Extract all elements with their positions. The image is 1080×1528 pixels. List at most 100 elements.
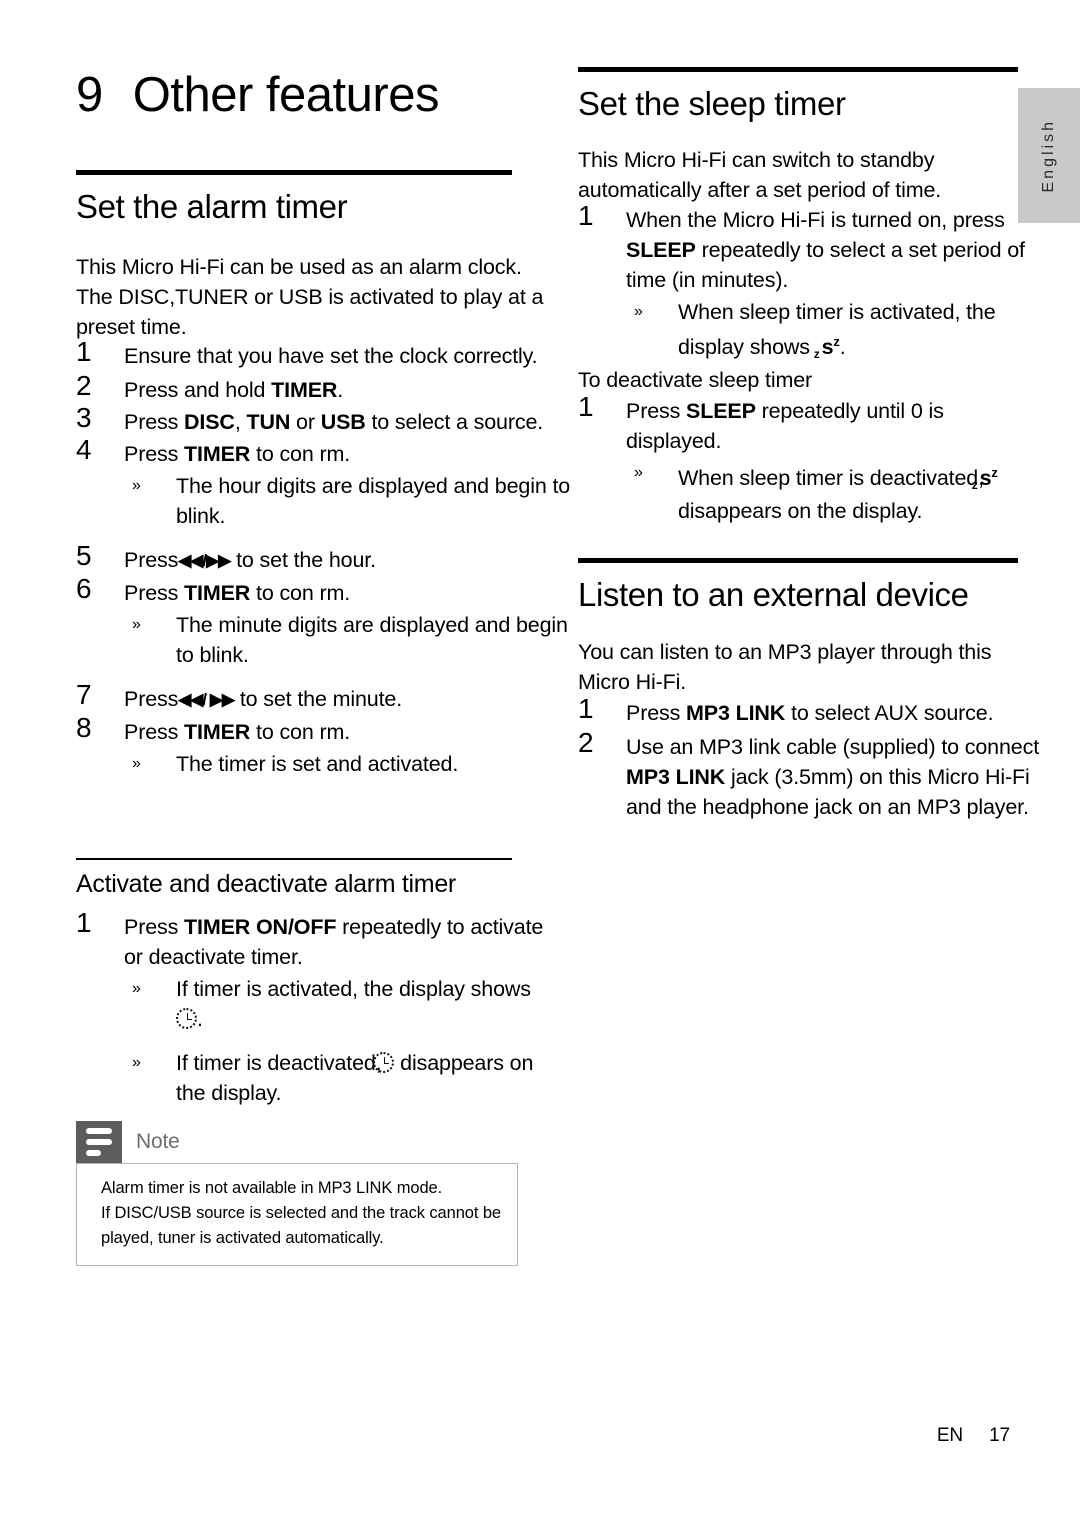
- list-item: 1 Press TIMER ON/OFF repeatedly to activ…: [76, 908, 556, 1108]
- sleep-s-glyph: s: [821, 335, 834, 360]
- note-line: If DISC/USB source is selected and the t…: [101, 1204, 501, 1222]
- step-text-plain: Press: [124, 720, 185, 744]
- sub-text-post: .: [839, 335, 846, 360]
- prev-icon: ◀◀: [178, 690, 203, 709]
- button-label-timer: TIMER: [184, 581, 251, 605]
- list-item: 3 Press DISC, TUN or USB to select a sou…: [76, 403, 576, 437]
- section-heading-sleep: Set the sleep timer: [578, 85, 846, 122]
- sub-bullet-icon: »: [634, 464, 643, 481]
- step-number: 2: [76, 370, 92, 401]
- step-text-tail: to con rm.: [250, 442, 351, 466]
- section-rule: [578, 558, 1018, 563]
- note-icon: [76, 1121, 122, 1163]
- step-text-tail: .: [337, 378, 344, 402]
- step-sub-list: » When sleep timer is deactivated, zsz d…: [626, 458, 1038, 526]
- step-text: Press TIMER to con rm.: [124, 442, 350, 466]
- step-text-plain: Press: [626, 399, 687, 423]
- sub-text-pre: When sleep timer is deactivated,: [678, 466, 990, 491]
- button-label-disc: DISC: [184, 410, 235, 434]
- section-rule: [578, 67, 1018, 72]
- list-item: » The hour digits are displayed and begi…: [124, 471, 576, 531]
- step-text-plain: Press: [124, 442, 185, 466]
- step-number: 6: [76, 573, 92, 604]
- step-text: Use an MP3 link cable (supplied) to conn…: [626, 735, 1039, 819]
- sleep-intro-text: This Micro Hi-Fi can switch to standby a…: [578, 148, 942, 202]
- alarm-intro-text: This Micro Hi-Fi can be used as an alarm…: [76, 255, 544, 339]
- sub-bullet-icon: »: [132, 1054, 141, 1071]
- chapter-title: Other features: [132, 68, 440, 122]
- sub-text: The minute digits are displayed and begi…: [176, 613, 568, 667]
- list-item: » The minute digits are displayed and be…: [124, 610, 576, 670]
- button-label-mp3-link: MP3 LINK: [686, 701, 786, 725]
- list-item: 1 Ensure that you have set the clock cor…: [76, 337, 576, 371]
- sleep-z-superscript: z: [833, 334, 840, 349]
- step-number: 4: [76, 434, 92, 465]
- note-body: Alarm timer is not available in MP3 LINK…: [76, 1163, 518, 1266]
- sub-text: If timer is deactivated, disappears on t…: [176, 1051, 533, 1105]
- deactivate-sleep-heading: To deactivate sleep timer: [578, 368, 813, 392]
- sleep-z-glyph: z: [971, 478, 978, 493]
- button-label-timer: TIMER: [271, 378, 338, 402]
- button-label-sleep: SLEEP: [626, 238, 696, 262]
- sub-text: When sleep timer is activated, the displ…: [678, 300, 996, 361]
- step-sub-list: » The timer is set and activated.: [124, 749, 576, 779]
- note-line: played, tuner is activated automatically…: [101, 1229, 384, 1247]
- page-footer: EN 17: [0, 1425, 1010, 1447]
- button-label-timer-on-off: TIMER ON/OFF: [184, 915, 337, 939]
- step-text-sep: ,: [234, 410, 247, 434]
- sub-text: When sleep timer is deactivated, zsz dis…: [678, 465, 998, 524]
- sub-text-pre: If timer is deactivated,: [176, 1051, 388, 1075]
- button-label-tun: TUN: [246, 410, 291, 434]
- activate-alarm-steps: 1 Press TIMER ON/OFF repeatedly to activ…: [76, 908, 556, 1108]
- sub-bullet-icon: »: [132, 616, 141, 633]
- list-item: » When sleep timer is activated, the dis…: [626, 297, 1048, 365]
- alarm-steps-list: 1 Ensure that you have set the clock cor…: [76, 337, 576, 779]
- list-item: 5 Press◀◀/▶▶ to set the hour.: [76, 541, 576, 576]
- step-text-plain: Press: [124, 581, 185, 605]
- step-text: Press◀◀/▶▶ to set the hour.: [124, 548, 376, 572]
- step-number: 3: [76, 402, 92, 433]
- step-number: 5: [76, 540, 92, 571]
- section-heading-alarm: Set the alarm timer: [76, 188, 348, 225]
- step-number: 1: [76, 907, 92, 938]
- step-text-tail: to con rm.: [250, 720, 351, 744]
- language-tab: English: [1018, 88, 1080, 223]
- step-text-plain: Press: [124, 915, 185, 939]
- list-item: » When sleep timer is deactivated, zsz d…: [626, 458, 1038, 526]
- chapter-number: 9: [76, 68, 103, 122]
- step-text: Press◀◀/ ▶▶ to set the minute.: [124, 687, 403, 711]
- external-steps-list: 1 Press MP3 LINK to select AUX source. 2…: [578, 694, 1048, 822]
- note-title: Note: [136, 1130, 180, 1153]
- jack-label-mp3-link: MP3 LINK: [626, 765, 726, 789]
- step-text-tail: to con rm.: [250, 581, 351, 605]
- step-text: Press TIMER to con rm.: [124, 720, 350, 744]
- sub-text: The timer is set and activated.: [176, 752, 459, 776]
- chapter-heading: 9 Other features: [76, 68, 512, 122]
- step-sub-list: » If timer is activated, the display sho…: [124, 974, 556, 1108]
- list-item: 2 Use an MP3 link cable (supplied) to co…: [578, 728, 1048, 822]
- note-box: Note Alarm timer is not available in MP3…: [76, 1121, 518, 1266]
- step-text-plain: Press: [124, 410, 185, 434]
- step-text-plain: Use an MP3 link cable (supplied) to conn…: [626, 735, 1040, 759]
- sub-text-post: .: [197, 1007, 203, 1031]
- sub-text: If timer is activated, the display shows…: [176, 977, 531, 1031]
- step-text: Press TIMER to con rm.: [124, 581, 350, 605]
- step-number: 8: [76, 712, 92, 743]
- step-text: Ensure that you have set the clock corre…: [124, 344, 538, 368]
- sub-text: The hour digits are displayed and begin …: [176, 474, 571, 528]
- step-text: Press and hold TIMER.: [124, 378, 343, 402]
- step-text-tail: to select a source.: [365, 410, 544, 434]
- subsection-heading-activate-alarm: Activate and deactivate alarm timer: [76, 870, 456, 898]
- alarm-clock-icon: [176, 1008, 197, 1029]
- sleep-indicator-icon: zsz: [814, 327, 840, 365]
- sleep-steps-list: 1 When the Micro Hi-Fi is turned on, pre…: [578, 201, 1048, 365]
- sub-text-post: disappears on the display.: [678, 499, 923, 524]
- step-text: Press DISC, TUN or USB to select a sourc…: [124, 410, 543, 434]
- button-label-usb: USB: [320, 410, 366, 434]
- list-item: » If timer is deactivated, disappears on…: [124, 1048, 556, 1108]
- section-rule: [76, 170, 512, 175]
- sub-bullet-icon: »: [132, 755, 141, 772]
- step-number: 1: [578, 391, 594, 422]
- step-text-plain: Press: [626, 701, 687, 725]
- step-number: 1: [578, 693, 594, 724]
